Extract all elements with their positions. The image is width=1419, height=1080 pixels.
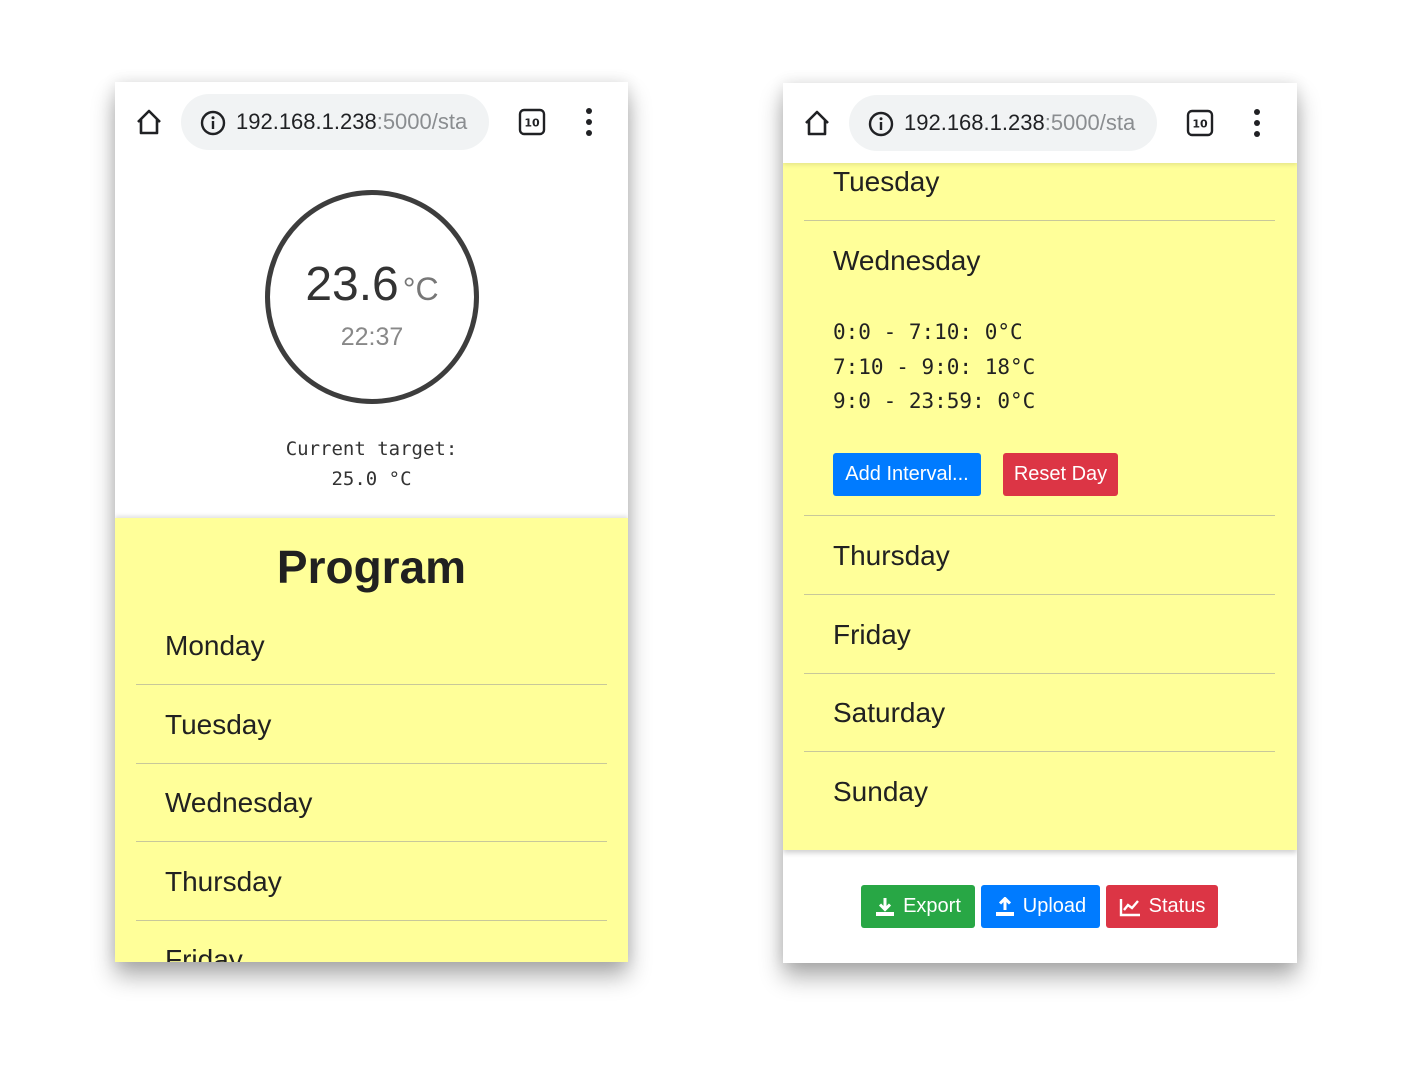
day-label: Wednesday	[165, 787, 313, 818]
day-row-monday[interactable]: Monday	[136, 606, 607, 685]
day-label: Thursday	[833, 540, 950, 571]
add-interval-button[interactable]: Add Interval...	[833, 453, 981, 496]
status-label: Status	[1148, 895, 1206, 917]
tab-count: 10	[524, 117, 540, 130]
status-button[interactable]: Status	[1106, 885, 1218, 928]
export-button[interactable]: Export	[861, 885, 975, 928]
program-card-scrolled: Tuesday Wednesday 0:0 - 7:10: 0°C 7:10 - …	[783, 83, 1297, 850]
target-label: Current target:	[285, 438, 458, 460]
interval-item: 9:0 - 23:59: 0°C	[833, 389, 1036, 413]
home-icon[interactable]	[135, 108, 163, 136]
interval-item: 0:0 - 7:10: 0°C	[833, 320, 1023, 344]
address-bar[interactable]: 192.168.1.238:5000/sta	[849, 95, 1157, 151]
url-path: :5000/sta	[1044, 110, 1136, 135]
day-row-friday[interactable]: Friday	[804, 595, 1275, 674]
day-row-thursday[interactable]: Thursday	[804, 516, 1275, 595]
tabs-icon[interactable]: 10	[518, 108, 546, 136]
phone-screen-status: 192.168.1.238:5000/sta 10 23.6 °C 22:37 C…	[115, 82, 628, 962]
day-label: Wednesday	[833, 245, 981, 276]
day-label: Friday	[165, 944, 243, 962]
tab-count: 10	[1192, 118, 1208, 131]
interval-list: 0:0 - 7:10: 0°C 7:10 - 9:0: 18°C 9:0 - 23:…	[833, 315, 1035, 419]
program-title: Program	[276, 541, 467, 593]
day-label: Saturday	[833, 697, 946, 728]
info-icon[interactable]	[868, 111, 894, 137]
current-time: 22:37	[340, 323, 404, 351]
phone-screen-program: Tuesday Wednesday 0:0 - 7:10: 0°C 7:10 - …	[783, 83, 1297, 963]
day-label: Tuesday	[165, 709, 272, 740]
upload-icon	[995, 896, 1014, 916]
day-label: Tuesday	[833, 166, 940, 197]
day-label: Thursday	[165, 866, 282, 897]
upload-label: Upload	[1022, 895, 1087, 917]
day-row-saturday[interactable]: Saturday	[804, 673, 1275, 752]
temperature-unit: °C	[402, 271, 439, 307]
day-label: Sunday	[833, 776, 928, 807]
day-row-thursday[interactable]: Thursday	[136, 842, 607, 921]
url-host: 192.168.1.238	[904, 110, 1045, 135]
home-icon[interactable]	[803, 109, 831, 137]
day-row-wednesday[interactable]: Wednesday	[136, 763, 607, 842]
upload-button[interactable]: Upload	[981, 885, 1100, 928]
temperature-gauge: 23.6 °C 22:37	[265, 190, 479, 404]
url-host: 192.168.1.238	[236, 109, 377, 134]
export-label: Export	[903, 895, 961, 917]
menu-icon[interactable]	[1245, 107, 1269, 139]
reset-day-label: Reset Day	[1013, 463, 1108, 485]
browser-toolbar: 192.168.1.238:5000/sta 10	[783, 83, 1297, 163]
url-text: 192.168.1.238:5000/sta	[236, 109, 467, 135]
browser-toolbar: 192.168.1.238:5000/sta 10	[115, 82, 628, 162]
info-icon[interactable]	[200, 110, 226, 136]
day-row-tuesday[interactable]: Tuesday	[136, 685, 607, 764]
current-temperature: 23.6	[305, 258, 399, 311]
program-card: Program Monday Tuesday Wednesday Thursda…	[115, 518, 628, 962]
tabs-icon[interactable]: 10	[1186, 109, 1214, 137]
url-path: :5000/sta	[376, 109, 468, 134]
current-target: Current target: 25.0 °C	[115, 434, 628, 494]
url-text: 192.168.1.238:5000/sta	[904, 110, 1135, 136]
chart-icon	[1119, 898, 1140, 916]
day-row-sunday[interactable]: Sunday	[804, 752, 1275, 830]
download-icon	[876, 897, 895, 916]
address-bar[interactable]: 192.168.1.238:5000/sta	[181, 94, 489, 150]
menu-icon[interactable]	[577, 106, 601, 138]
temperature-readout: 23.6 °C	[270, 257, 474, 312]
interval-item: 7:10 - 9:0: 18°C	[833, 354, 1036, 379]
target-value: 25.0 °C	[331, 468, 412, 490]
day-row-friday[interactable]: Friday	[136, 920, 607, 962]
day-label: Friday	[833, 619, 911, 650]
status-panel: 23.6 °C 22:37 Current target: 25.0 °C	[115, 162, 628, 518]
reset-day-button[interactable]: Reset Day	[1003, 453, 1118, 496]
add-interval-label: Add Interval...	[845, 463, 969, 485]
day-label: Monday	[165, 630, 265, 661]
